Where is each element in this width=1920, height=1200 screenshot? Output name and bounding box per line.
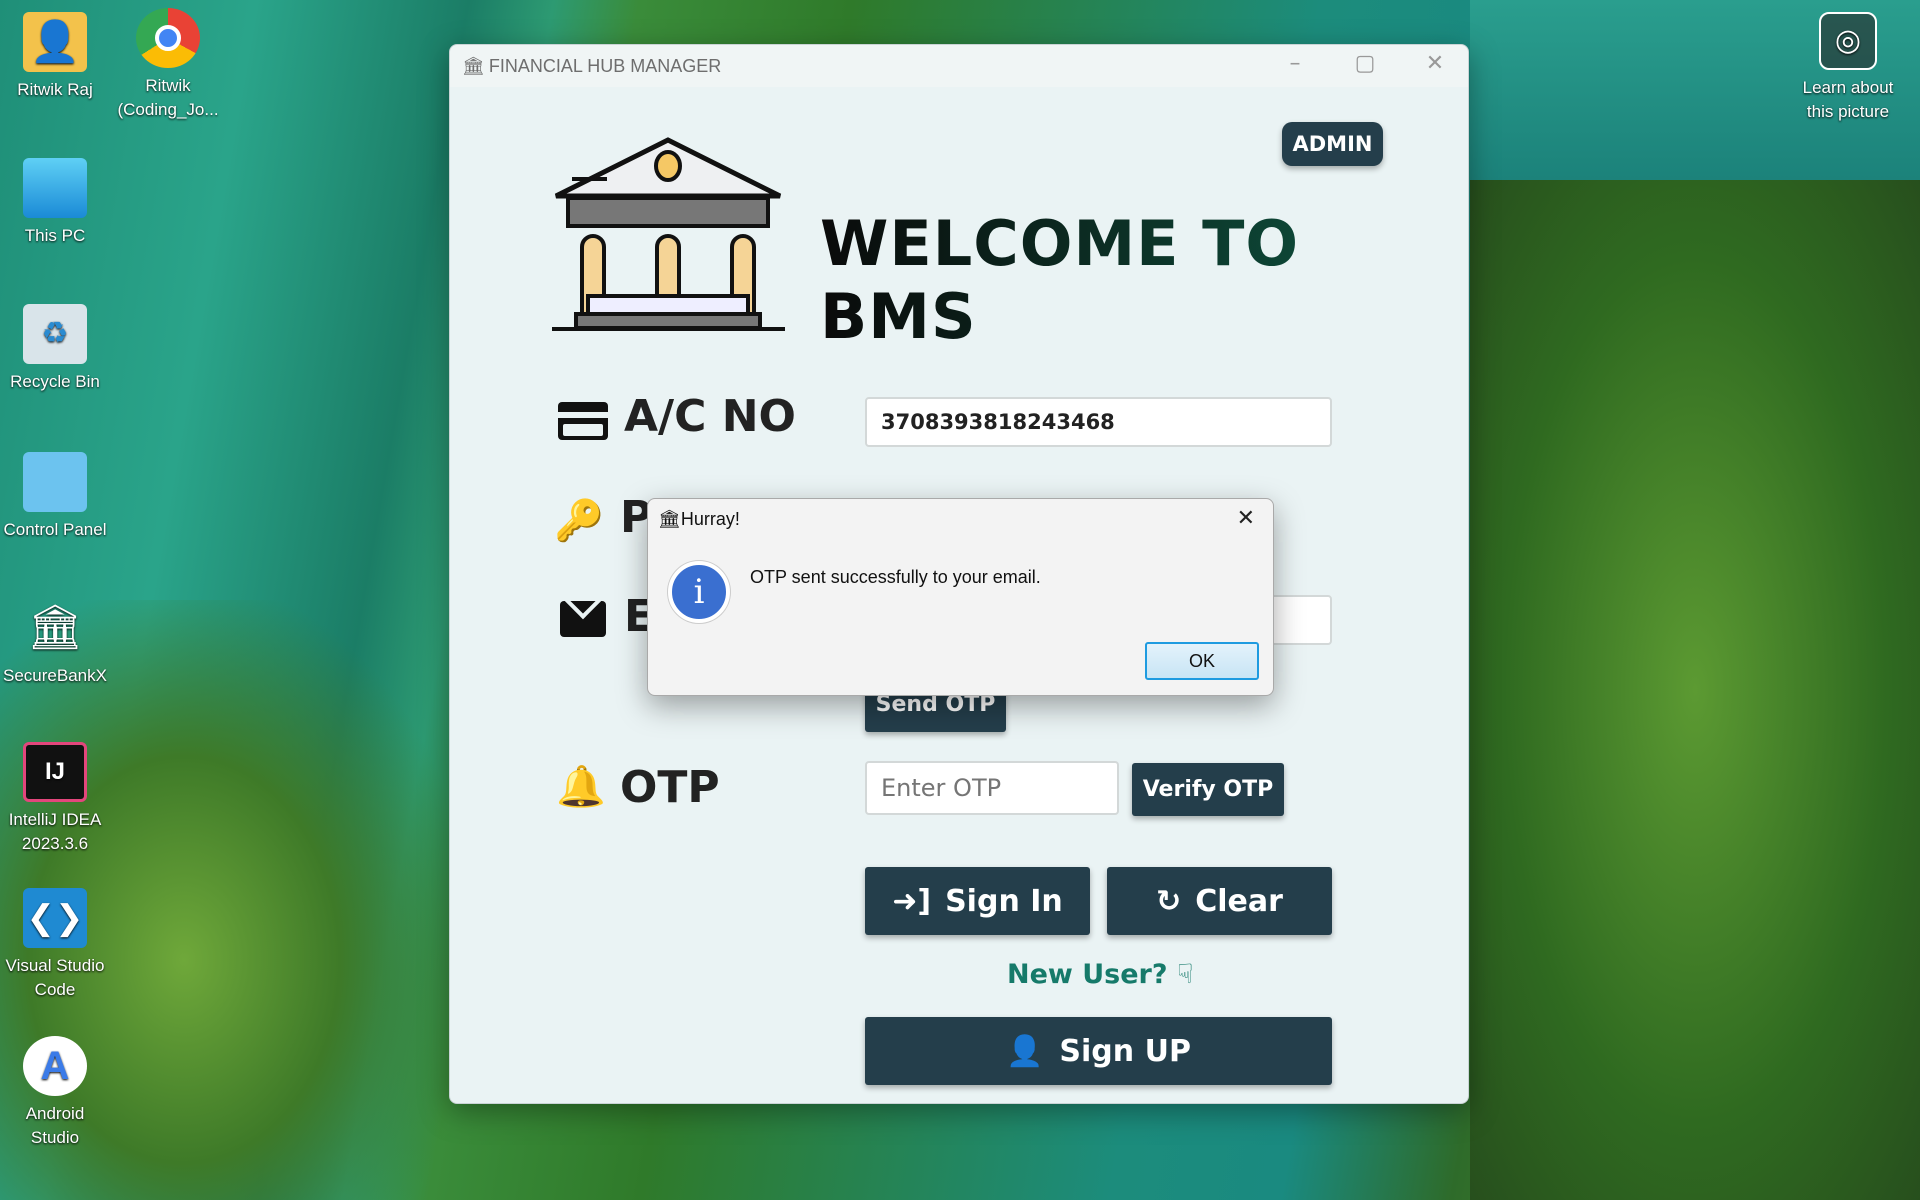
- desktop-icon-intellij[interactable]: IJ IntelliJ IDEA 2023.3.6: [0, 742, 110, 856]
- bank-logo-icon: [552, 137, 785, 331]
- new-user-link[interactable]: New User? ☟: [1007, 959, 1193, 990]
- intellij-icon: IJ: [23, 742, 87, 802]
- ok-button[interactable]: OK: [1145, 642, 1259, 680]
- sign-up-label: Sign UP: [1059, 1033, 1191, 1069]
- sign-in-icon: ➜]: [892, 883, 932, 919]
- envelope-icon: [560, 601, 606, 637]
- message-dialog: 🏛Hurray! ✕ i OTP sent successfully to yo…: [647, 498, 1274, 696]
- refresh-icon: ↻: [1156, 883, 1182, 919]
- minimize-button[interactable]: –: [1270, 51, 1320, 81]
- dialog-close-button[interactable]: ✕: [1237, 505, 1255, 531]
- chrome-icon: [136, 8, 200, 68]
- bank-icon: 🏛: [658, 509, 681, 529]
- bell-icon: 🔔: [556, 764, 606, 810]
- desktop-icon-vscode[interactable]: ❮❯ Visual Studio Code: [0, 888, 110, 1002]
- desktop-icon-securebankx[interactable]: 🏛 SecureBankX: [0, 598, 110, 688]
- dialog-message: OTP sent successfully to your email.: [750, 567, 1041, 587]
- icon-label: Recycle Bin: [10, 372, 100, 391]
- user-icon: 👤: [1006, 1033, 1044, 1069]
- desktop-icon-recycle-bin[interactable]: ♻ Recycle Bin: [0, 304, 110, 394]
- icon-label: IntelliJ IDEA 2023.3.6: [8, 810, 102, 853]
- icon-label: This PC: [24, 226, 86, 245]
- monitor-icon: [23, 158, 87, 218]
- desktop-icon-chrome[interactable]: Ritwik (Coding_Jo...: [113, 8, 223, 122]
- vscode-icon: ❮❯: [23, 888, 87, 948]
- bank-icon: 🏛: [27, 603, 83, 652]
- icon-label: SecureBankX: [3, 666, 107, 685]
- acno-input[interactable]: 3708393818243468: [865, 397, 1332, 447]
- sign-in-button[interactable]: ➜] Sign In: [865, 867, 1090, 935]
- welcome-heading: WELCOME TO BMS: [820, 207, 1468, 353]
- control-panel-icon: [23, 452, 87, 512]
- clear-button[interactable]: ↻ Clear: [1107, 867, 1332, 935]
- dialog-title-bar[interactable]: 🏛Hurray!: [658, 509, 740, 530]
- icon-label: Visual Studio Code: [5, 956, 105, 999]
- sign-in-label: Sign In: [945, 883, 1063, 919]
- learn-about-picture[interactable]: ◎ Learn about this picture: [1788, 12, 1908, 124]
- recycle-bin-icon: ♻: [23, 304, 87, 364]
- pointing-hand-icon: ☟: [1176, 959, 1194, 990]
- icon-label: Ritwik (Coding_Jo...: [117, 76, 219, 119]
- desktop-icon-ritwik-raj[interactable]: 👤 Ritwik Raj: [0, 12, 110, 102]
- bank-icon: 🏛: [462, 55, 485, 76]
- key-icon: 🔑: [554, 498, 604, 544]
- icon-label: Learn about this picture: [1802, 78, 1894, 121]
- icon-label: Ritwik Raj: [17, 80, 93, 99]
- dialog-title: Hurray!: [680, 509, 740, 529]
- otp-input[interactable]: [865, 761, 1119, 815]
- acno-label: A/C NO: [624, 391, 796, 442]
- desktop-icon-android-studio[interactable]: A Android Studio: [0, 1036, 110, 1150]
- clear-label: Clear: [1195, 883, 1283, 919]
- window-title: FINANCIAL HUB MANAGER: [488, 55, 722, 76]
- desktop-icon-control-panel[interactable]: Control Panel: [0, 452, 110, 542]
- camera-icon: ◎: [1819, 12, 1877, 70]
- close-button[interactable]: ✕: [1410, 51, 1460, 81]
- wallpaper: [1470, 180, 1920, 1200]
- otp-label: OTP: [620, 762, 720, 813]
- info-icon: i: [668, 561, 730, 623]
- credit-card-icon: [558, 402, 608, 440]
- icon-label: Android Studio: [25, 1104, 85, 1147]
- desktop-icon-this-pc[interactable]: This PC: [0, 158, 110, 248]
- icon-label: Control Panel: [3, 520, 107, 539]
- maximize-button[interactable]: ▢: [1340, 51, 1390, 81]
- admin-button[interactable]: ADMIN: [1282, 122, 1383, 166]
- verify-otp-button[interactable]: Verify OTP: [1132, 763, 1284, 816]
- new-user-label: New User?: [1007, 959, 1168, 990]
- sign-up-button[interactable]: 👤 Sign UP: [865, 1017, 1332, 1085]
- folder-user-icon: 👤: [23, 12, 87, 72]
- android-studio-icon: A: [23, 1036, 87, 1096]
